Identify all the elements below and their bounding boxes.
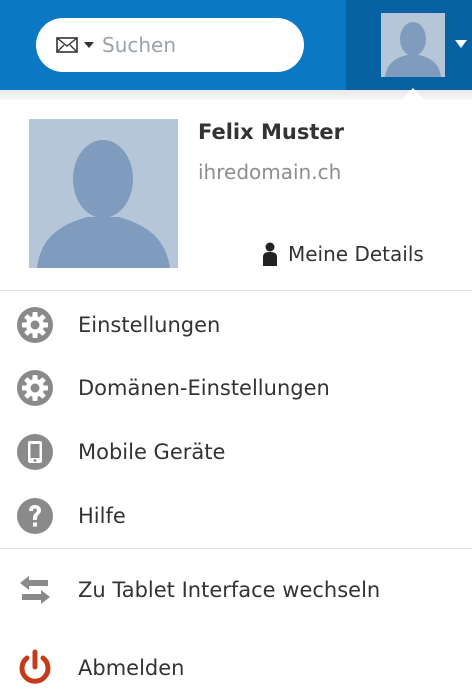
menu-item-label: Zu Tablet Interface wechseln (78, 578, 381, 602)
avatar[interactable] (381, 13, 445, 77)
profile-avatar (29, 119, 178, 268)
my-details-link[interactable]: Meine Details (262, 240, 424, 268)
menu-item-domain-settings[interactable]: Domänen-Einstellungen (16, 368, 456, 408)
search-input[interactable] (102, 33, 282, 57)
my-details-label: Meine Details (288, 242, 424, 266)
user-name: Felix Muster (198, 120, 344, 144)
user-silhouette-icon (385, 22, 441, 77)
search-box[interactable] (36, 18, 304, 72)
menu-item-label: Mobile Geräte (78, 440, 226, 464)
menu-item-label: Abmelden (78, 656, 185, 680)
menu-item-logout[interactable]: Abmelden (16, 648, 456, 688)
menu-item-label: Hilfe (78, 504, 126, 528)
menu-item-mobile-devices[interactable]: Mobile Geräte (16, 432, 456, 472)
user-domain: ihredomain.ch (198, 160, 342, 184)
divider (0, 290, 472, 291)
divider (0, 548, 472, 549)
power-icon (19, 649, 51, 684)
mobile-phone-icon (17, 434, 53, 470)
menu-item-tablet-switch[interactable]: Zu Tablet Interface wechseln (16, 570, 456, 610)
dropdown-pointer (402, 88, 424, 100)
menu-item-label: Domänen-Einstellungen (78, 376, 330, 400)
help-icon (17, 498, 53, 534)
menu-item-label: Einstellungen (78, 313, 221, 337)
gear-icon (17, 370, 53, 406)
mail-icon[interactable] (56, 37, 78, 53)
person-icon (263, 242, 277, 266)
swap-arrows-icon (20, 576, 50, 604)
menu-item-settings[interactable]: Einstellungen (16, 305, 456, 345)
user-silhouette-icon (37, 140, 170, 268)
chevron-down-icon[interactable] (455, 40, 467, 48)
menu-item-help[interactable]: Hilfe (16, 496, 456, 536)
chevron-down-icon[interactable] (84, 42, 94, 48)
gear-icon (17, 307, 53, 343)
